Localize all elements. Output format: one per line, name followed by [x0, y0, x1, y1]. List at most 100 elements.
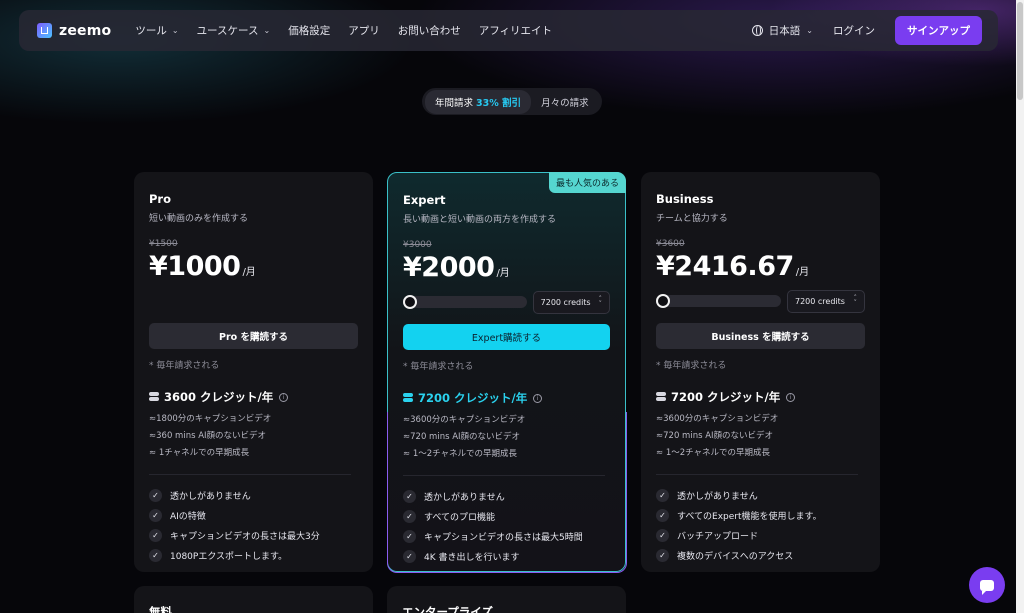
credit-slider[interactable] — [403, 295, 527, 309]
brand-logo[interactable]: zeemo — [37, 23, 111, 39]
menu-item-label: お問い合わせ — [397, 25, 461, 37]
most-popular-badge: 最も人気のある — [548, 172, 626, 193]
coins-icon — [656, 392, 667, 402]
slider-knob[interactable] — [656, 294, 670, 308]
billing-note: * 毎年請求される — [149, 361, 220, 371]
plan-description: チームと協力する — [656, 214, 728, 224]
plan-price: ¥1000 — [149, 251, 241, 282]
feature-label: 4K 書き出しを行います — [424, 552, 520, 563]
menu-item-tools[interactable]: ツール ⌄ — [135, 23, 178, 38]
language-selector[interactable]: 日本語 ⌄ — [751, 23, 813, 38]
divider — [403, 475, 605, 476]
menu-item-contact[interactable]: お問い合わせ — [398, 23, 461, 38]
billing-yearly-option[interactable]: 年間請求 33% 割引 — [425, 89, 532, 114]
scrollbar-thumb[interactable] — [1017, 2, 1023, 100]
credits-label: 7200 クレジット/年 — [671, 390, 781, 404]
menu-item-affiliate[interactable]: アフィリエイト — [479, 23, 552, 38]
credit-slider[interactable] — [656, 294, 781, 308]
credit-amount-select[interactable]: 7200 credits ˄ ˅ — [532, 290, 610, 314]
subscribe-business-button[interactable]: Business を購読する — [656, 323, 865, 349]
up-down-icon: ˄ ˅ — [598, 295, 603, 308]
subscribe-pro-button[interactable]: Pro を購読する — [149, 323, 358, 349]
credit-slider-row: 7200 credits ˄ ˅ — [403, 290, 610, 314]
price-row: ¥2416.67 /月 — [656, 251, 865, 282]
feature-item: ✓ 透かしがありません — [403, 486, 610, 506]
original-price: ¥3600 — [656, 239, 685, 249]
credits-label: 3600 クレジット/年 — [164, 390, 274, 404]
feature-item: ✓ 1080Pエクスポートします。 — [149, 545, 358, 565]
price-period: /月 — [496, 268, 510, 279]
check-icon: ✓ — [656, 528, 669, 542]
price-row: ¥1000 /月 — [149, 251, 358, 282]
feature-item: ✓ 複数のデバイスへのアクセス — [656, 545, 865, 565]
feature-label: すべてのExpert機能を使用します。 — [677, 511, 822, 522]
menu-item-pricing[interactable]: 価格設定 — [288, 23, 330, 38]
slider-knob[interactable] — [403, 295, 417, 309]
page-scrollbar[interactable] — [1016, 0, 1024, 613]
feature-label: すべてのプロ機能 — [424, 512, 496, 523]
check-icon: ✓ — [149, 508, 162, 522]
original-price: ¥1500 — [149, 239, 178, 249]
feature-label: 複数のデバイスへのアクセス — [677, 551, 794, 562]
feature-item: ✓ 4K 書き出しを行います — [403, 546, 610, 566]
feature-item: ✓ 透かしがありません — [149, 485, 358, 505]
detail-item: ≈ 1〜2チャネルでの早期成長 — [403, 449, 518, 459]
credit-details: ≈3600分のキャプションビデオ ≈720 mins AI顔のないビデオ ≈ 1… — [403, 412, 610, 463]
billing-monthly-option[interactable]: 月々の請求 — [531, 90, 599, 114]
menu-item-apps[interactable]: アプリ — [348, 23, 380, 38]
divider — [149, 474, 351, 475]
feature-label: 透かしがありません — [677, 491, 758, 502]
credits-row: 3600 クレジット/年 i — [149, 389, 358, 405]
login-link[interactable]: ログイン — [833, 23, 875, 38]
chevron-down-icon: ⌄ — [806, 26, 813, 35]
check-icon: ✓ — [403, 489, 416, 503]
info-icon[interactable]: i — [786, 392, 796, 402]
credit-amount-value: 7200 credits — [795, 296, 845, 306]
menu-item-label: ツール — [135, 25, 167, 37]
plan-card-expert: 最も人気のある Expert 長い動画と短い動画の両方を作成する ¥3000 ¥… — [386, 172, 627, 573]
credit-amount-value: 7200 credits — [540, 297, 591, 307]
check-icon: ✓ — [403, 549, 416, 563]
check-icon: ✓ — [149, 488, 162, 502]
feature-label: キャプションビデオの長さは最大5時間 — [424, 532, 583, 543]
billing-note: * 毎年請求される — [403, 362, 474, 372]
check-icon: ✓ — [656, 548, 669, 562]
credit-amount-select[interactable]: 7200 credits ˄ ˅ — [787, 289, 865, 313]
credit-details: ≈3600分のキャプションビデオ ≈720 mins AI顔のないビデオ ≈ 1… — [656, 411, 865, 462]
billing-toggle: 年間請求 33% 割引 月々の請求 — [422, 88, 602, 115]
signup-button[interactable]: サインアップ — [895, 16, 982, 45]
credits-label: 7200 クレジット/年 — [418, 391, 528, 405]
chat-support-button[interactable] — [969, 567, 1005, 603]
logo-icon — [37, 23, 52, 38]
check-icon: ✓ — [403, 529, 416, 543]
plan-card-enterprise: エンタープライズ — [387, 586, 626, 613]
credits-row: 7200 クレジット/年 i — [656, 389, 865, 405]
credits-row: 7200 クレジット/年 i — [403, 390, 610, 406]
price-period: /月 — [795, 267, 810, 278]
check-icon: ✓ — [149, 528, 162, 542]
detail-item: ≈720 mins AI顔のないビデオ — [656, 431, 774, 441]
up-down-icon: ˄ ˅ — [853, 294, 858, 307]
detail-item: ≈720 mins AI顔のないビデオ — [403, 432, 521, 442]
discount-badge: 33% 割引 — [476, 97, 522, 109]
feature-label: バッチアップロード — [677, 531, 759, 542]
feature-item: ✓ すべてのプロ機能 — [403, 506, 610, 526]
subscribe-expert-button[interactable]: Expert購読する — [403, 324, 610, 350]
menu-item-use-cases[interactable]: ユースケース ⌄ — [197, 23, 271, 38]
menu-item-label: アプリ — [348, 25, 380, 37]
info-icon[interactable]: i — [533, 393, 543, 403]
price-period: /月 — [242, 267, 256, 278]
feature-item: ✓ キャプションビデオの長さは最大5時間 — [403, 526, 610, 546]
plan-price: ¥2416.67 — [656, 251, 794, 282]
credit-details: ≈1800分のキャプションビデオ ≈360 mins AI顔のないビデオ ≈ 1… — [149, 411, 358, 462]
feature-item: ✓ 透かしがありません — [656, 485, 865, 505]
main-menu: ツール ⌄ ユースケース ⌄ 価格設定 アプリ お問い合わせ アフィリエイト — [135, 23, 552, 38]
feature-item: ✓ AIの特徴 — [149, 505, 358, 525]
detail-item: ≈1800分のキャプションビデオ — [149, 414, 272, 424]
plan-name: Expert — [403, 193, 446, 207]
info-icon[interactable]: i — [279, 392, 289, 402]
feature-label: 透かしがありません — [424, 492, 505, 503]
plan-card-business: Business チームと協力する ¥3600 ¥2416.67 /月 7200… — [641, 172, 880, 572]
chevron-down-icon: ⌄ — [171, 26, 179, 35]
